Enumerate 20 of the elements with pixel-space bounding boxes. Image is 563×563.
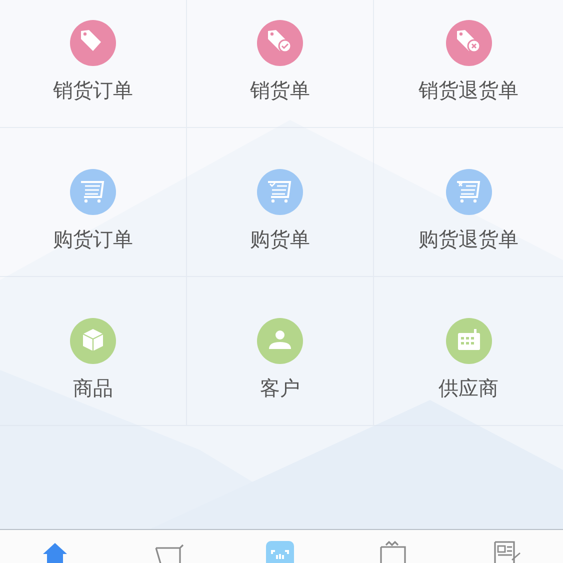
menu-label: 购货订单 xyxy=(53,227,133,251)
menu-label: 销货退货单 xyxy=(418,78,518,102)
scan-icon[interactable] xyxy=(266,540,296,563)
menu-label: 客户 xyxy=(260,376,300,400)
menu-label: 销货单 xyxy=(250,78,310,102)
menu-label: 销货订单 xyxy=(53,78,133,102)
menu-label: 购货退货单 xyxy=(418,227,518,251)
menu-label: 供应商 xyxy=(438,376,498,400)
menu-tile[interactable]: 购货单 xyxy=(187,128,374,277)
menu-tile[interactable]: 销货订单 xyxy=(0,0,187,128)
menu-tile[interactable]: 商品 xyxy=(0,277,187,426)
menu-tile[interactable]: 销货单 xyxy=(187,0,374,128)
menu-tile[interactable]: 销货退货单 xyxy=(374,0,563,128)
menu-label: 商品 xyxy=(73,376,113,400)
menu-label: 购货单 xyxy=(250,227,310,251)
document-edit-icon[interactable] xyxy=(492,540,522,563)
menu-tile[interactable]: 购货订单 xyxy=(0,128,187,277)
menu-tile[interactable]: 供应商 xyxy=(374,277,563,426)
menu-tile[interactable]: 购货退货单 xyxy=(374,128,563,277)
menu-tile[interactable]: 客户 xyxy=(187,277,374,426)
